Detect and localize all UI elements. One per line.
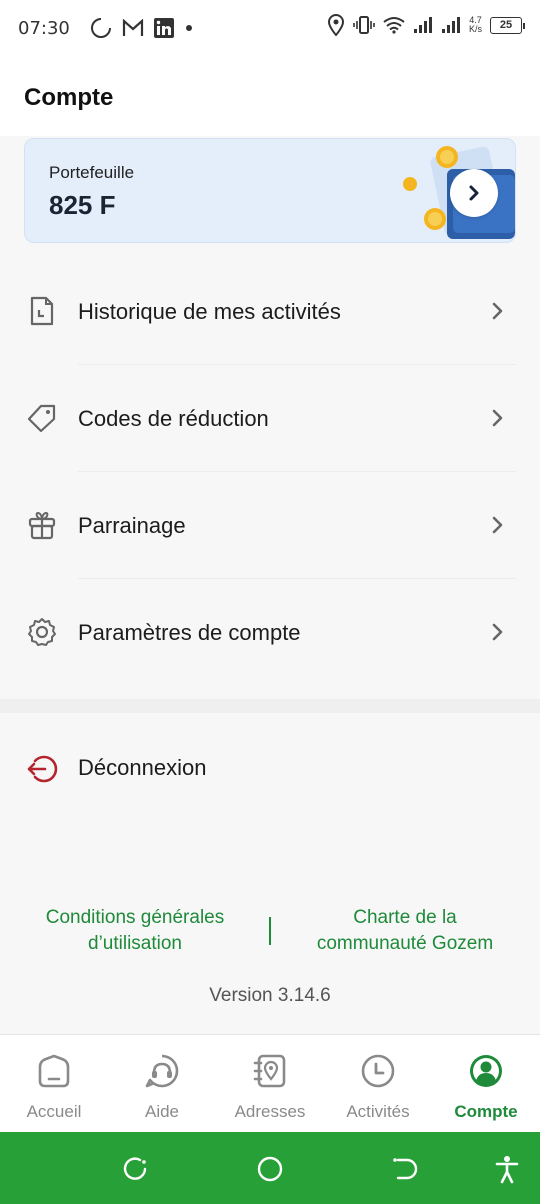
links-separator	[269, 917, 271, 945]
wallet-open-button[interactable]	[450, 169, 498, 217]
tab-home[interactable]: Accueil	[0, 1035, 108, 1133]
tab-label: Activités	[346, 1102, 410, 1121]
clock-icon	[361, 1054, 395, 1088]
menu-item-account-settings[interactable]: Paramètres de compte	[0, 579, 540, 686]
gear-icon	[26, 616, 58, 648]
page-header: Compte	[0, 56, 540, 136]
app-version: Version 3.14.6	[209, 985, 331, 1006]
menu-item-label: Historique de mes activités	[78, 298, 341, 324]
community-charter-link[interactable]: Charte de la communauté Gozem	[290, 905, 520, 957]
terms-link[interactable]: Conditions générales d’utilisation	[20, 905, 250, 957]
system-nav-bar	[0, 1132, 540, 1204]
menu-item-discount-codes[interactable]: Codes de réduction	[0, 365, 540, 472]
status-time: 07:30	[18, 17, 70, 39]
battery-level: 25	[499, 19, 513, 31]
tab-activities[interactable]: Activités	[324, 1035, 432, 1133]
chevron-right-icon	[492, 516, 503, 534]
home-nav-icon[interactable]	[255, 1154, 285, 1184]
network-speed: 4.7 K/s	[469, 16, 482, 34]
tab-label: Compte	[454, 1102, 518, 1121]
sync-icon	[90, 18, 111, 38]
location-icon	[327, 14, 344, 36]
recent-apps-icon[interactable]	[120, 1154, 150, 1184]
charter-link-line2: communauté Gozem	[316, 933, 494, 954]
tab-label: Adresses	[234, 1102, 306, 1121]
wallet-amount: 825 F	[49, 190, 116, 220]
chevron-right-icon	[492, 302, 503, 320]
address-book-icon	[253, 1054, 286, 1088]
back-icon[interactable]	[390, 1154, 420, 1184]
chevron-right-icon	[492, 623, 503, 641]
menu-item-history[interactable]: Historique de mes activités	[0, 258, 540, 365]
document-icon	[26, 295, 58, 327]
terms-link-line1: Conditions générales	[45, 907, 225, 928]
logout-icon	[27, 755, 58, 783]
tab-label: Aide	[144, 1102, 180, 1121]
terms-link-line2: d’utilisation	[88, 933, 182, 954]
status-bar: 07:30 4.7 K/s 25	[0, 0, 540, 56]
vibrate-icon	[353, 16, 375, 34]
gmail-icon	[122, 19, 143, 36]
logout-label: Déconnexion	[78, 755, 207, 780]
footer-links: Conditions générales d’utilisation Chart…	[0, 905, 540, 961]
linkedin-icon	[153, 18, 174, 38]
wallet-card[interactable]: Portefeuille 825 F	[24, 138, 516, 243]
account-icon	[470, 1055, 502, 1087]
tab-addresses[interactable]: Adresses	[216, 1035, 324, 1133]
tag-icon	[26, 402, 58, 434]
tab-help[interactable]: Aide	[108, 1035, 216, 1133]
wallet-label: Portefeuille	[49, 163, 135, 182]
menu-item-label: Parrainage	[78, 512, 186, 538]
wifi-icon	[383, 17, 405, 34]
speed-unit: K/s	[468, 24, 482, 34]
menu-item-referral[interactable]: Parrainage	[0, 472, 540, 579]
menu-item-label: Paramètres de compte	[78, 619, 301, 645]
menu-item-label: Codes de réduction	[78, 405, 269, 431]
signal-icon-1	[413, 17, 432, 33]
chevron-right-icon	[492, 409, 503, 427]
status-left: 07:30	[18, 17, 194, 39]
chevron-right-icon	[469, 185, 479, 201]
tab-label: Accueil	[26, 1102, 82, 1121]
dot-icon	[185, 25, 192, 31]
bottom-tab-bar: Accueil Aide Adresses Activités Compte	[0, 1034, 540, 1132]
charter-link-line1: Charte de la	[353, 907, 457, 928]
account-menu: Historique de mes activités Codes de réd…	[0, 258, 540, 686]
page-title: Compte	[24, 84, 114, 111]
tab-account[interactable]: Compte	[432, 1035, 540, 1133]
chat-help-icon	[145, 1054, 179, 1088]
home-icon	[38, 1054, 70, 1088]
battery-icon: 25	[490, 16, 525, 34]
section-divider	[0, 699, 540, 713]
signal-icon-2	[441, 17, 460, 33]
gift-icon	[26, 509, 58, 541]
accessibility-icon[interactable]	[492, 1154, 522, 1184]
status-right: 4.7 K/s 25	[327, 14, 525, 36]
logout-button[interactable]: Déconnexion	[0, 713, 540, 823]
